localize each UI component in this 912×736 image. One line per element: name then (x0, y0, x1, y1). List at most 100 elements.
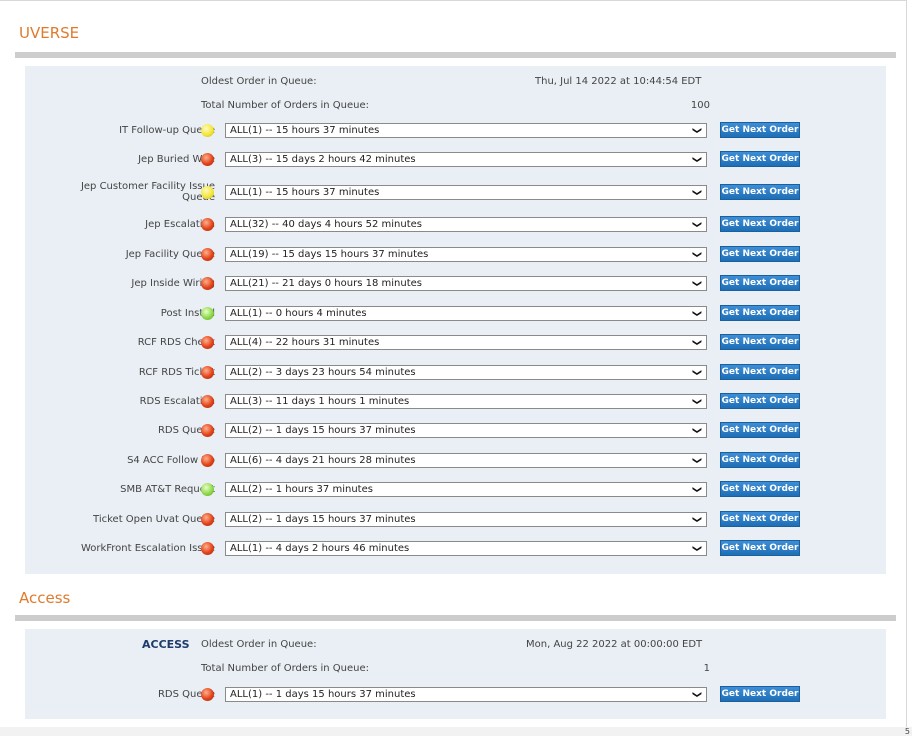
chevron-down-icon: ❯ (691, 155, 702, 164)
chevron-down-icon: ❯ (691, 338, 702, 347)
access-group-label: ACCESS (142, 638, 190, 651)
queue-select-value: ALL(4) -- 22 hours 31 minutes (230, 337, 380, 348)
queue-select[interactable]: ALL(1) -- 1 days 15 hours 37 minutes ❯ (225, 687, 707, 702)
queue-name: Jep Customer Facility Issue Queue (80, 181, 215, 203)
status-indicator-icon (201, 395, 214, 408)
section-divider (15, 615, 896, 621)
chevron-down-icon: ❯ (691, 690, 702, 699)
status-indicator-icon (201, 424, 214, 437)
status-indicator-icon (201, 153, 214, 166)
queue-select[interactable]: ALL(1) -- 4 days 2 hours 46 minutes ❯ (225, 541, 707, 556)
queue-row: Jep Buried Wire ALL(3) -- 15 days 2 hours… (25, 151, 886, 171)
chevron-down-icon: ❯ (691, 126, 702, 135)
queue-select-value: ALL(6) -- 4 days 21 hours 28 minutes (230, 455, 416, 466)
queue-row: Jep Inside Wiring ALL(21) -- 21 days 0 ho… (25, 275, 886, 295)
get-next-order-button[interactable]: Get Next Order (720, 184, 800, 200)
get-next-order-button[interactable]: Get Next Order (720, 452, 800, 468)
queue-row: SMB AT&T Request ALL(2) -- 1 hours 37 min… (25, 481, 886, 501)
get-next-order-button[interactable]: Get Next Order (720, 246, 800, 262)
queue-select-value: ALL(3) -- 15 days 2 hours 42 minutes (230, 154, 416, 165)
queue-select-value: ALL(2) -- 1 days 15 hours 37 minutes (230, 425, 416, 436)
status-indicator-icon (201, 542, 214, 555)
get-next-order-button[interactable]: Get Next Order (720, 481, 800, 497)
queue-select[interactable]: ALL(1) -- 0 hours 4 minutes ❯ (225, 306, 707, 321)
get-next-order-button[interactable]: Get Next Order (720, 422, 800, 438)
status-indicator-icon (201, 124, 214, 137)
chevron-down-icon: ❯ (691, 188, 702, 197)
queue-select[interactable]: ALL(19) -- 15 days 15 hours 37 minutes ❯ (225, 247, 707, 262)
total-orders-label: Total Number of Orders in Queue: (201, 100, 370, 111)
status-indicator-icon (201, 277, 214, 290)
get-next-order-button[interactable]: Get Next Order (720, 511, 800, 527)
queue-select[interactable]: ALL(4) -- 22 hours 31 minutes ❯ (225, 335, 707, 350)
chevron-down-icon: ❯ (691, 397, 702, 406)
chevron-down-icon: ❯ (691, 250, 702, 259)
queue-row: Jep Facility Queue ALL(19) -- 15 days 15 … (25, 246, 886, 266)
queue-select-value: ALL(1) -- 15 hours 37 minutes (230, 125, 380, 136)
queue-select[interactable]: ALL(2) -- 1 days 15 hours 37 minutes ❯ (225, 512, 707, 527)
get-next-order-button[interactable]: Get Next Order (720, 122, 800, 138)
uverse-panel: Oldest Order in Queue: Thu, Jul 14 2022 … (25, 66, 886, 574)
get-next-order-button[interactable]: Get Next Order (720, 364, 800, 380)
queue-select[interactable]: ALL(1) -- 15 hours 37 minutes ❯ (225, 123, 707, 138)
queue-select-value: ALL(1) -- 1 days 15 hours 37 minutes (230, 689, 416, 700)
queue-select-value: ALL(21) -- 21 days 0 hours 18 minutes (230, 278, 422, 289)
queue-select-value: ALL(3) -- 11 days 1 hours 1 minutes (230, 396, 410, 407)
queue-row: S4 ACC Follow Up ALL(6) -- 4 days 21 hour… (25, 452, 886, 472)
queue-select[interactable]: ALL(2) -- 1 days 15 hours 37 minutes ❯ (225, 423, 707, 438)
status-indicator-icon (201, 248, 214, 261)
section-title-uverse: UVERSE (19, 24, 80, 42)
status-indicator-icon (201, 307, 214, 320)
queue-select-value: ALL(1) -- 0 hours 4 minutes (230, 308, 367, 319)
get-next-order-button[interactable]: Get Next Order (720, 393, 800, 409)
total-orders-value: 1 (703, 663, 710, 674)
chevron-down-icon: ❯ (691, 309, 702, 318)
get-next-order-button[interactable]: Get Next Order (720, 151, 800, 167)
get-next-order-button[interactable]: Get Next Order (720, 686, 800, 702)
chevron-down-icon: ❯ (691, 368, 702, 377)
page-number: 5 (904, 727, 910, 736)
queue-name: Ticket Open Uvat Queue (93, 514, 215, 525)
queue-page: UVERSE Oldest Order in Queue: Thu, Jul 1… (0, 0, 907, 729)
get-next-order-button[interactable]: Get Next Order (720, 216, 800, 232)
get-next-order-button[interactable]: Get Next Order (720, 540, 800, 556)
chevron-down-icon: ❯ (691, 485, 702, 494)
status-indicator-icon (201, 366, 214, 379)
queue-row: RDS Queue ALL(2) -- 1 days 15 hours 37 mi… (25, 422, 886, 442)
queue-select[interactable]: ALL(1) -- 15 hours 37 minutes ❯ (225, 185, 707, 200)
queue-row: RDS Escalation ALL(3) -- 11 days 1 hours … (25, 393, 886, 413)
queue-select-value: ALL(2) -- 3 days 23 hours 54 minutes (230, 367, 416, 378)
queue-select[interactable]: ALL(6) -- 4 days 21 hours 28 minutes ❯ (225, 453, 707, 468)
chevron-down-icon: ❯ (691, 279, 702, 288)
total-orders-label: Total Number of Orders in Queue: (201, 663, 370, 674)
oldest-order-value: Thu, Jul 14 2022 at 10:44:54 EDT (535, 76, 702, 87)
chevron-down-icon: ❯ (691, 544, 702, 553)
queue-select-value: ALL(32) -- 40 days 4 hours 52 minutes (230, 219, 422, 230)
queue-row: Post Install ALL(1) -- 0 hours 4 minutes ❯… (25, 305, 886, 325)
queue-row: WorkFront Escalation Issue ALL(1) -- 4 da… (25, 540, 886, 560)
chevron-down-icon: ❯ (691, 220, 702, 229)
queue-row: IT Follow-up Queue ALL(1) -- 15 hours 37 … (25, 122, 886, 142)
queue-select[interactable]: ALL(3) -- 11 days 1 hours 1 minutes ❯ (225, 394, 707, 409)
queue-select[interactable]: ALL(3) -- 15 days 2 hours 42 minutes ❯ (225, 152, 707, 167)
chevron-down-icon: ❯ (691, 426, 702, 435)
queue-select[interactable]: ALL(2) -- 1 hours 37 minutes ❯ (225, 482, 707, 497)
get-next-order-button[interactable]: Get Next Order (720, 275, 800, 291)
get-next-order-button[interactable]: Get Next Order (720, 334, 800, 350)
chevron-down-icon: ❯ (691, 456, 702, 465)
status-indicator-icon (201, 513, 214, 526)
queue-select-value: ALL(2) -- 1 hours 37 minutes (230, 484, 373, 495)
queue-row: RCF RDS Ticket ALL(2) -- 3 days 23 hours … (25, 364, 886, 384)
queue-select-value: ALL(1) -- 4 days 2 hours 46 minutes (230, 543, 410, 554)
queue-select[interactable]: ALL(21) -- 21 days 0 hours 18 minutes ❯ (225, 276, 707, 291)
get-next-order-button[interactable]: Get Next Order (720, 305, 800, 321)
status-indicator-icon (201, 336, 214, 349)
chevron-down-icon: ❯ (691, 515, 702, 524)
oldest-order-label: Oldest Order in Queue: (201, 639, 317, 650)
queue-select[interactable]: ALL(2) -- 3 days 23 hours 54 minutes ❯ (225, 365, 707, 380)
section-title-access: Access (19, 589, 71, 607)
oldest-order-label: Oldest Order in Queue: (201, 76, 317, 87)
queue-row: Ticket Open Uvat Queue ALL(2) -- 1 days 1… (25, 511, 886, 531)
queue-select[interactable]: ALL(32) -- 40 days 4 hours 52 minutes ❯ (225, 217, 707, 232)
status-indicator-icon (201, 483, 214, 496)
